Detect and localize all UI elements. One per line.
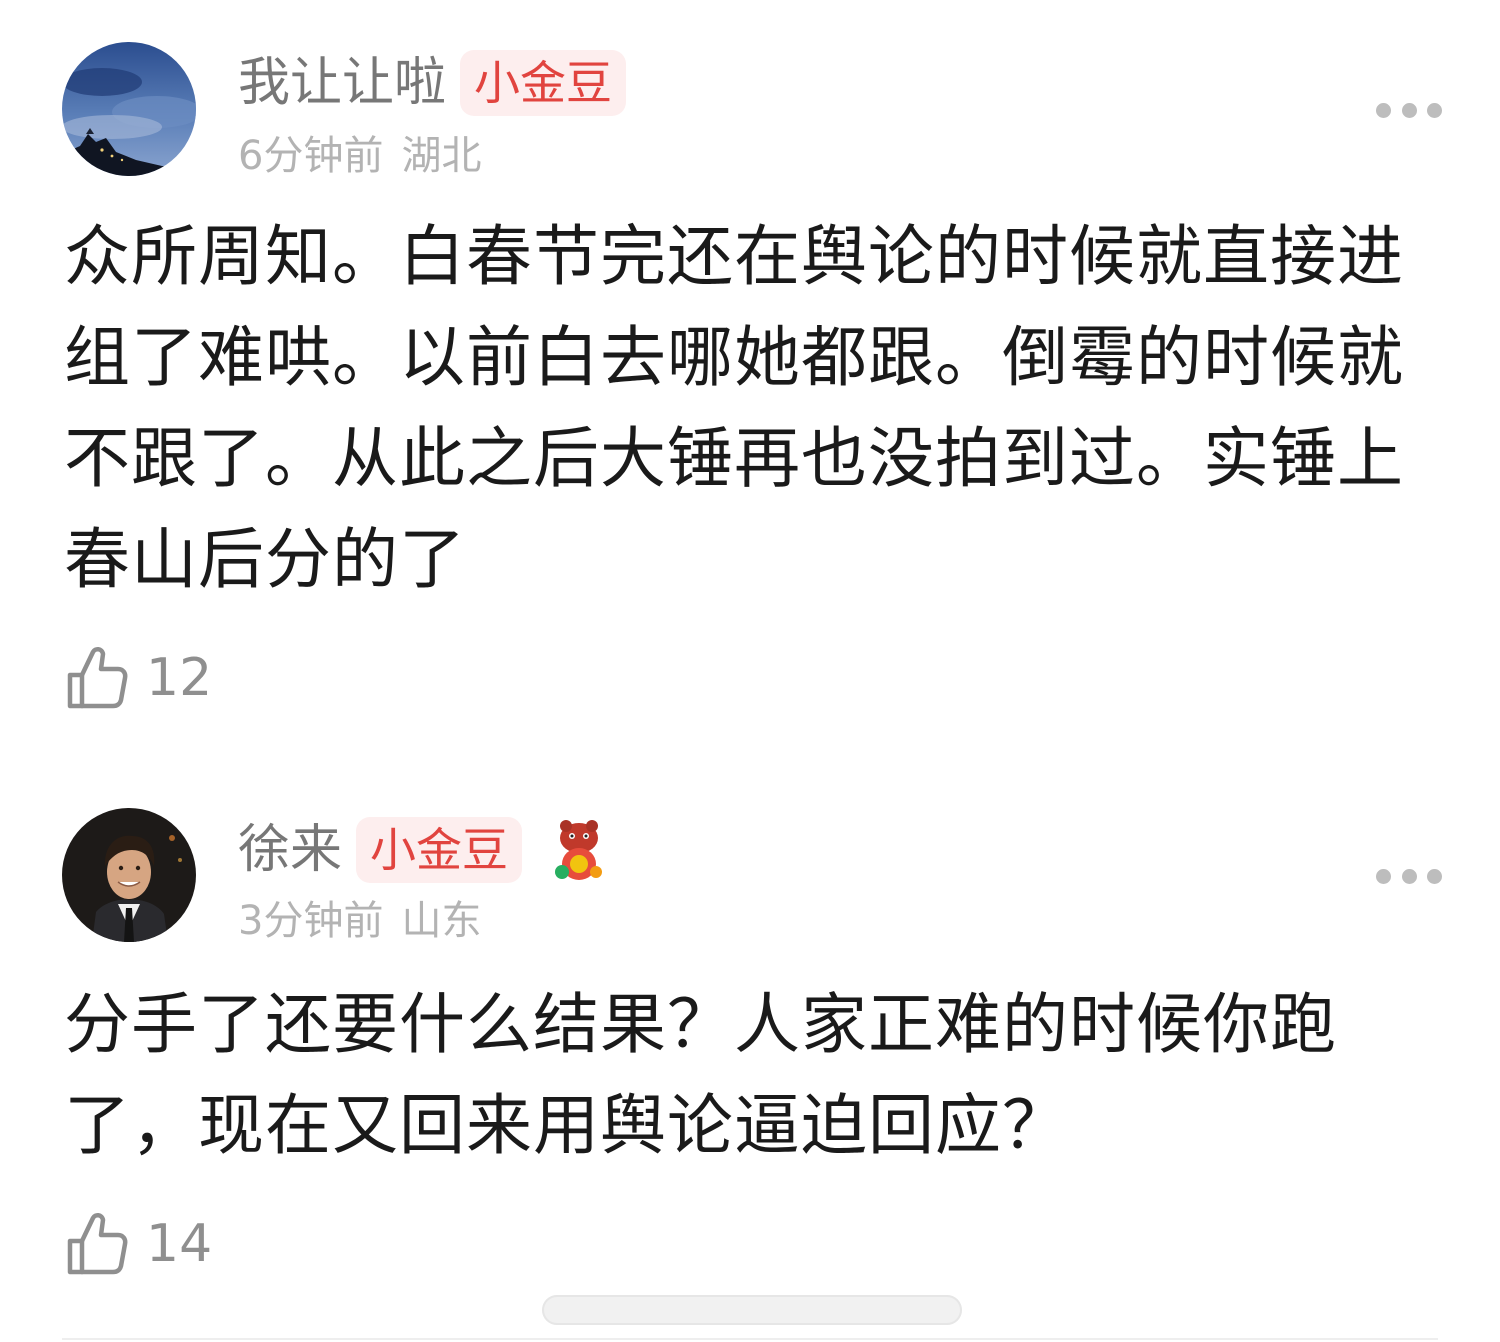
red-lion-mascot-icon — [550, 818, 608, 882]
level-badge: 小金豆 — [356, 817, 523, 883]
user-avatar[interactable] — [62, 808, 196, 942]
thumbs-up-icon — [67, 1213, 128, 1275]
username[interactable]: 徐来 — [238, 815, 342, 885]
like-count: 14 — [146, 1214, 213, 1274]
dot-icon — [1427, 868, 1442, 884]
dot-icon — [1376, 868, 1391, 884]
load-more-placeholder — [542, 1295, 962, 1325]
dot-icon — [1401, 868, 1417, 884]
like-button[interactable]: 14 — [66, 1209, 212, 1279]
comment-text: 分手了还要什么结果？人家正难的时候你跑了，现在又回来用舆论逼迫回应？ — [64, 986, 1337, 1164]
smiling-man-suit-avatar — [62, 808, 196, 942]
more-options-button[interactable] — [1376, 861, 1442, 891]
comment-meta: 3分钟前 山东 — [238, 893, 481, 949]
comment-item: 徐来 小金豆 3分钟前 山东 分手了还要什么结果？人家正难的时候你跑了，现在又回… — [0, 0, 1500, 1290]
comment-location: 山东 — [401, 898, 482, 944]
comment-time: 3分钟前 — [238, 898, 384, 944]
divider — [62, 1338, 1438, 1340]
name-row: 徐来 小金豆 — [238, 815, 608, 885]
